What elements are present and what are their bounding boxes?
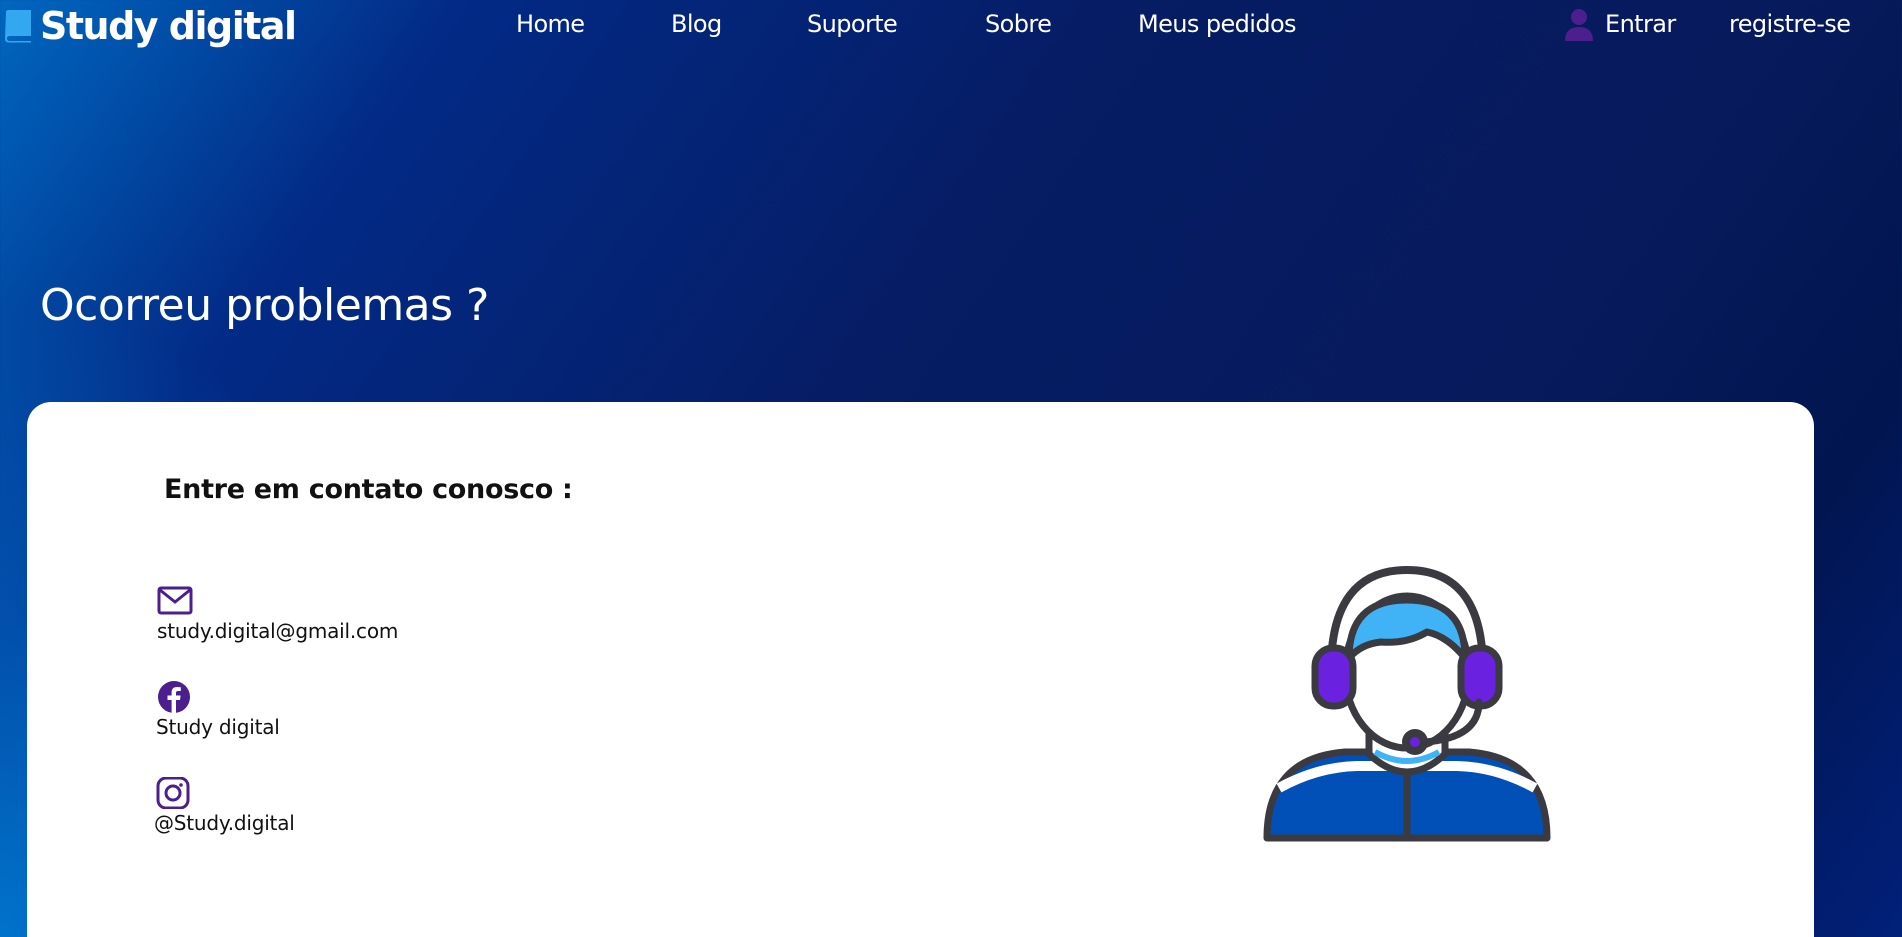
email-link[interactable]: study.digital@gmail.com (157, 619, 398, 643)
nav-sobre[interactable]: Sobre (985, 10, 1052, 38)
nav-suporte[interactable]: Suporte (807, 10, 898, 38)
facebook-icon (158, 681, 190, 713)
logo-text: Study digital (40, 4, 297, 48)
instagram-icon (156, 777, 190, 809)
login-label: Entrar (1605, 10, 1676, 38)
register-link[interactable]: registre-se (1729, 10, 1851, 38)
user-icon (1565, 9, 1593, 41)
mail-icon (157, 586, 193, 615)
login-button[interactable]: Entrar (1563, 6, 1676, 42)
nav-meus-pedidos[interactable]: Meus pedidos (1138, 10, 1297, 38)
page-title: Ocorreu problemas ? (40, 280, 489, 331)
book-icon (5, 10, 31, 43)
logo[interactable]: Study digital (2, 4, 297, 48)
instagram-link[interactable]: @Study.digital (154, 811, 295, 835)
top-navbar: Study digital Home Blog Suporte Sobre Me… (0, 0, 1902, 52)
contact-email: study.digital@gmail.com (157, 585, 398, 643)
nav-blog[interactable]: Blog (671, 10, 722, 38)
contact-facebook: Study digital (156, 681, 280, 739)
contact-card: Entre em contato conosco : study.digital… (27, 402, 1814, 937)
support-agent-illustration (1263, 565, 1551, 842)
nav-home[interactable]: Home (516, 10, 585, 38)
facebook-link[interactable]: Study digital (156, 715, 280, 739)
contact-instagram: @Study.digital (154, 777, 295, 835)
contact-heading: Entre em contato conosco : (164, 474, 573, 505)
